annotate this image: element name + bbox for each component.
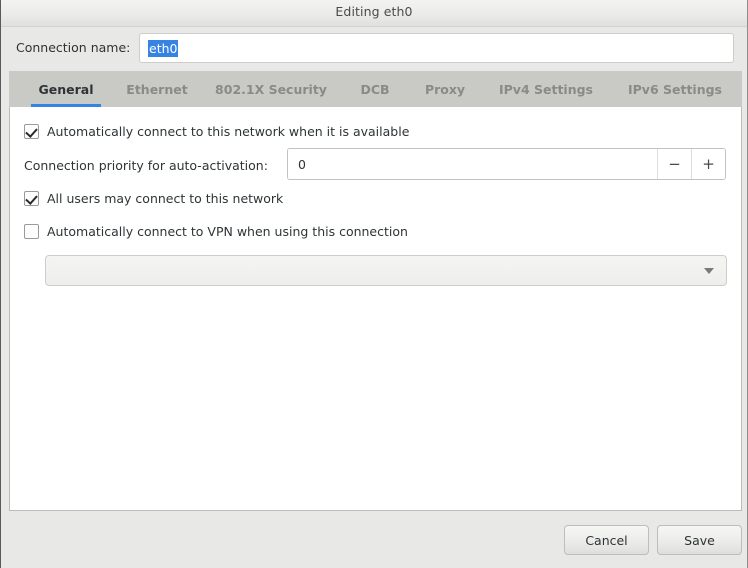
general-tab-panel: Automatically connect to this network wh… [9,107,742,511]
all-users-label: All users may connect to this network [47,191,284,206]
auto-vpn-checkbox[interactable] [24,224,39,239]
auto-connect-checkbox[interactable] [24,124,39,139]
tab-label: IPv4 Settings [498,81,593,97]
tab-label: Proxy [424,81,466,97]
tab-label: DCB [360,81,390,97]
auto-connect-label: Automatically connect to this network wh… [47,124,410,139]
tab-label: IPv6 Settings [627,81,722,97]
connection-priority-value[interactable]: 0 [288,149,657,179]
editing-connection-dialog: Editing eth0 Connection name: eth0 Gener… [0,0,748,568]
auto-vpn-label: Automatically connect to VPN when using … [47,224,408,239]
tab-proxy[interactable]: Proxy [414,71,476,107]
all-users-checkbox[interactable] [24,191,39,206]
priority-decrement-button[interactable]: − [657,149,691,179]
save-button[interactable]: Save [657,525,742,555]
tab-ipv4-settings[interactable]: IPv4 Settings [487,71,605,107]
connection-priority-label: Connection priority for auto-activation: [24,158,268,173]
tab-label: Ethernet [126,81,188,97]
cancel-button[interactable]: Cancel [564,525,649,555]
dialog-footer: Cancel Save [1,511,747,568]
connection-name-row: Connection name: eth0 [1,27,747,71]
tab-label: General [38,81,94,97]
connection-name-input[interactable]: eth0 [139,33,734,63]
chevron-down-icon [704,268,714,274]
window-title: Editing eth0 [335,4,413,19]
tab-8021x-security[interactable]: 802.1X Security [205,71,337,107]
tab-label: 802.1X Security [215,81,327,97]
tab-ipv6-settings[interactable]: IPv6 Settings [616,71,734,107]
all-users-row[interactable]: All users may connect to this network [24,191,283,206]
auto-connect-row[interactable]: Automatically connect to this network wh… [24,124,409,139]
connection-name-value: eth0 [148,40,179,57]
connection-name-label: Connection name: [16,40,131,55]
tab-dcb[interactable]: DCB [349,71,401,107]
priority-increment-button[interactable]: + [691,149,725,179]
auto-vpn-row[interactable]: Automatically connect to VPN when using … [24,224,408,239]
tab-general[interactable]: General [23,71,109,107]
connection-priority-spinner[interactable]: 0 − + [287,148,726,180]
settings-tab-bar: General Ethernet 802.1X Security DCB Pro… [9,71,742,107]
title-bar: Editing eth0 [1,0,747,27]
vpn-connection-dropdown[interactable] [45,255,727,286]
tab-ethernet[interactable]: Ethernet [113,71,201,107]
